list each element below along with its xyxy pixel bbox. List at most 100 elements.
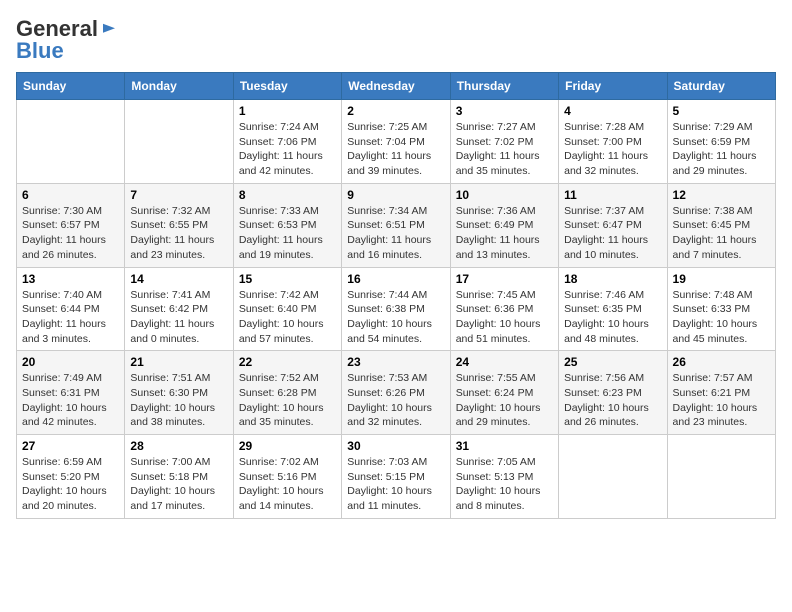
calendar-cell: 23 Sunrise: 7:53 AMSunset: 6:26 PMDayligh… bbox=[342, 351, 450, 435]
calendar-cell: 17Sunrise: 7:45 AMSunset: 6:36 PMDayligh… bbox=[450, 267, 558, 351]
calendar-cell: 20Sunrise: 7:49 AMSunset: 6:31 PMDayligh… bbox=[17, 351, 125, 435]
day-number: 26 bbox=[673, 355, 770, 369]
calendar-cell: 9 Sunrise: 7:34 AMSunset: 6:51 PMDaylight… bbox=[342, 183, 450, 267]
calendar-cell: 16 Sunrise: 7:44 AMSunset: 6:38 PMDayligh… bbox=[342, 267, 450, 351]
day-number: 5 bbox=[673, 104, 770, 118]
calendar-cell: 3 Sunrise: 7:27 AMSunset: 7:02 PMDaylight… bbox=[450, 100, 558, 184]
day-number: 18 bbox=[564, 272, 661, 286]
day-number: 16 bbox=[347, 272, 444, 286]
header-thursday: Thursday bbox=[450, 73, 558, 100]
day-info: Sunrise: 7:32 AMSunset: 6:55 PMDaylight:… bbox=[130, 204, 227, 263]
header-sunday: Sunday bbox=[17, 73, 125, 100]
day-number: 21 bbox=[130, 355, 227, 369]
day-info: Sunrise: 7:40 AMSunset: 6:44 PMDaylight:… bbox=[22, 288, 119, 347]
day-number: 20 bbox=[22, 355, 119, 369]
day-info: Sunrise: 7:38 AMSunset: 6:45 PMDaylight:… bbox=[673, 204, 770, 263]
day-number: 27 bbox=[22, 439, 119, 453]
day-number: 7 bbox=[130, 188, 227, 202]
calendar-cell: 24 Sunrise: 7:55 AMSunset: 6:24 PMDayligh… bbox=[450, 351, 558, 435]
calendar-cell: 25Sunrise: 7:56 AMSunset: 6:23 PMDayligh… bbox=[559, 351, 667, 435]
day-info: Sunrise: 7:36 AMSunset: 6:49 PMDaylight:… bbox=[456, 204, 553, 263]
day-info: Sunrise: 7:48 AMSunset: 6:33 PMDaylight:… bbox=[673, 288, 770, 347]
calendar-cell: 28 Sunrise: 7:00 AMSunset: 5:18 PMDayligh… bbox=[125, 435, 233, 519]
day-number: 10 bbox=[456, 188, 553, 202]
calendar-body: 1 Sunrise: 7:24 AMSunset: 7:06 PMDaylight… bbox=[17, 100, 776, 519]
day-info: Sunrise: 7:55 AMSunset: 6:24 PMDaylight:… bbox=[456, 371, 553, 430]
calendar-cell: 31 Sunrise: 7:05 AMSunset: 5:13 PMDayligh… bbox=[450, 435, 558, 519]
day-number: 2 bbox=[347, 104, 444, 118]
day-info: Sunrise: 7:02 AMSunset: 5:16 PMDaylight:… bbox=[239, 455, 336, 514]
day-info: Sunrise: 7:05 AMSunset: 5:13 PMDaylight:… bbox=[456, 455, 553, 514]
week-row-1: 1 Sunrise: 7:24 AMSunset: 7:06 PMDaylight… bbox=[17, 100, 776, 184]
day-number: 12 bbox=[673, 188, 770, 202]
header-monday: Monday bbox=[125, 73, 233, 100]
calendar-cell bbox=[125, 100, 233, 184]
day-number: 4 bbox=[564, 104, 661, 118]
day-info: Sunrise: 7:00 AMSunset: 5:18 PMDaylight:… bbox=[130, 455, 227, 514]
day-info: Sunrise: 7:46 AMSunset: 6:35 PMDaylight:… bbox=[564, 288, 661, 347]
calendar-cell: 21 Sunrise: 7:51 AMSunset: 6:30 PMDayligh… bbox=[125, 351, 233, 435]
week-row-5: 27 Sunrise: 6:59 AMSunset: 5:20 PMDayligh… bbox=[17, 435, 776, 519]
day-info: Sunrise: 7:44 AMSunset: 6:38 PMDaylight:… bbox=[347, 288, 444, 347]
header-tuesday: Tuesday bbox=[233, 73, 341, 100]
day-number: 15 bbox=[239, 272, 336, 286]
logo-flag-icon bbox=[100, 20, 118, 38]
calendar-cell: 18 Sunrise: 7:46 AMSunset: 6:35 PMDayligh… bbox=[559, 267, 667, 351]
day-number: 31 bbox=[456, 439, 553, 453]
day-number: 3 bbox=[456, 104, 553, 118]
day-number: 24 bbox=[456, 355, 553, 369]
day-info: Sunrise: 7:33 AMSunset: 6:53 PMDaylight:… bbox=[239, 204, 336, 263]
calendar-cell: 26 Sunrise: 7:57 AMSunset: 6:21 PMDayligh… bbox=[667, 351, 775, 435]
day-info: Sunrise: 6:59 AMSunset: 5:20 PMDaylight:… bbox=[22, 455, 119, 514]
calendar-cell: 6 Sunrise: 7:30 AMSunset: 6:57 PMDaylight… bbox=[17, 183, 125, 267]
calendar-cell bbox=[667, 435, 775, 519]
week-row-4: 20Sunrise: 7:49 AMSunset: 6:31 PMDayligh… bbox=[17, 351, 776, 435]
day-number: 8 bbox=[239, 188, 336, 202]
day-number: 22 bbox=[239, 355, 336, 369]
week-row-3: 13 Sunrise: 7:40 AMSunset: 6:44 PMDayligh… bbox=[17, 267, 776, 351]
day-number: 6 bbox=[22, 188, 119, 202]
calendar-cell: 12 Sunrise: 7:38 AMSunset: 6:45 PMDayligh… bbox=[667, 183, 775, 267]
day-info: Sunrise: 7:53 AMSunset: 6:26 PMDaylight:… bbox=[347, 371, 444, 430]
day-number: 14 bbox=[130, 272, 227, 286]
calendar-cell: 13 Sunrise: 7:40 AMSunset: 6:44 PMDayligh… bbox=[17, 267, 125, 351]
day-number: 29 bbox=[239, 439, 336, 453]
day-number: 13 bbox=[22, 272, 119, 286]
day-info: Sunrise: 7:25 AMSunset: 7:04 PMDaylight:… bbox=[347, 120, 444, 179]
calendar-cell: 1 Sunrise: 7:24 AMSunset: 7:06 PMDaylight… bbox=[233, 100, 341, 184]
calendar-cell: 11 Sunrise: 7:37 AMSunset: 6:47 PMDayligh… bbox=[559, 183, 667, 267]
day-number: 25 bbox=[564, 355, 661, 369]
day-info: Sunrise: 7:41 AMSunset: 6:42 PMDaylight:… bbox=[130, 288, 227, 347]
day-info: Sunrise: 7:45 AMSunset: 6:36 PMDaylight:… bbox=[456, 288, 553, 347]
day-info: Sunrise: 7:52 AMSunset: 6:28 PMDaylight:… bbox=[239, 371, 336, 430]
day-info: Sunrise: 7:24 AMSunset: 7:06 PMDaylight:… bbox=[239, 120, 336, 179]
header-wednesday: Wednesday bbox=[342, 73, 450, 100]
day-number: 23 bbox=[347, 355, 444, 369]
calendar-cell: 14 Sunrise: 7:41 AMSunset: 6:42 PMDayligh… bbox=[125, 267, 233, 351]
day-number: 9 bbox=[347, 188, 444, 202]
day-number: 11 bbox=[564, 188, 661, 202]
calendar-cell: 10 Sunrise: 7:36 AMSunset: 6:49 PMDayligh… bbox=[450, 183, 558, 267]
day-info: Sunrise: 7:51 AMSunset: 6:30 PMDaylight:… bbox=[130, 371, 227, 430]
calendar-cell: 7 Sunrise: 7:32 AMSunset: 6:55 PMDaylight… bbox=[125, 183, 233, 267]
day-info: Sunrise: 7:34 AMSunset: 6:51 PMDaylight:… bbox=[347, 204, 444, 263]
day-number: 28 bbox=[130, 439, 227, 453]
day-number: 30 bbox=[347, 439, 444, 453]
calendar-cell: 15Sunrise: 7:42 AMSunset: 6:40 PMDayligh… bbox=[233, 267, 341, 351]
day-info: Sunrise: 7:28 AMSunset: 7:00 PMDaylight:… bbox=[564, 120, 661, 179]
calendar-cell: 29 Sunrise: 7:02 AMSunset: 5:16 PMDayligh… bbox=[233, 435, 341, 519]
day-info: Sunrise: 7:37 AMSunset: 6:47 PMDaylight:… bbox=[564, 204, 661, 263]
calendar-cell bbox=[17, 100, 125, 184]
calendar-cell: 30 Sunrise: 7:03 AMSunset: 5:15 PMDayligh… bbox=[342, 435, 450, 519]
calendar-cell: 2 Sunrise: 7:25 AMSunset: 7:04 PMDaylight… bbox=[342, 100, 450, 184]
day-info: Sunrise: 7:57 AMSunset: 6:21 PMDaylight:… bbox=[673, 371, 770, 430]
header-friday: Friday bbox=[559, 73, 667, 100]
day-number: 19 bbox=[673, 272, 770, 286]
calendar-cell: 5Sunrise: 7:29 AMSunset: 6:59 PMDaylight… bbox=[667, 100, 775, 184]
page-header: General Blue bbox=[16, 16, 776, 64]
day-info: Sunrise: 7:27 AMSunset: 7:02 PMDaylight:… bbox=[456, 120, 553, 179]
day-number: 1 bbox=[239, 104, 336, 118]
logo: General Blue bbox=[16, 16, 118, 64]
day-info: Sunrise: 7:30 AMSunset: 6:57 PMDaylight:… bbox=[22, 204, 119, 263]
day-info: Sunrise: 7:03 AMSunset: 5:15 PMDaylight:… bbox=[347, 455, 444, 514]
